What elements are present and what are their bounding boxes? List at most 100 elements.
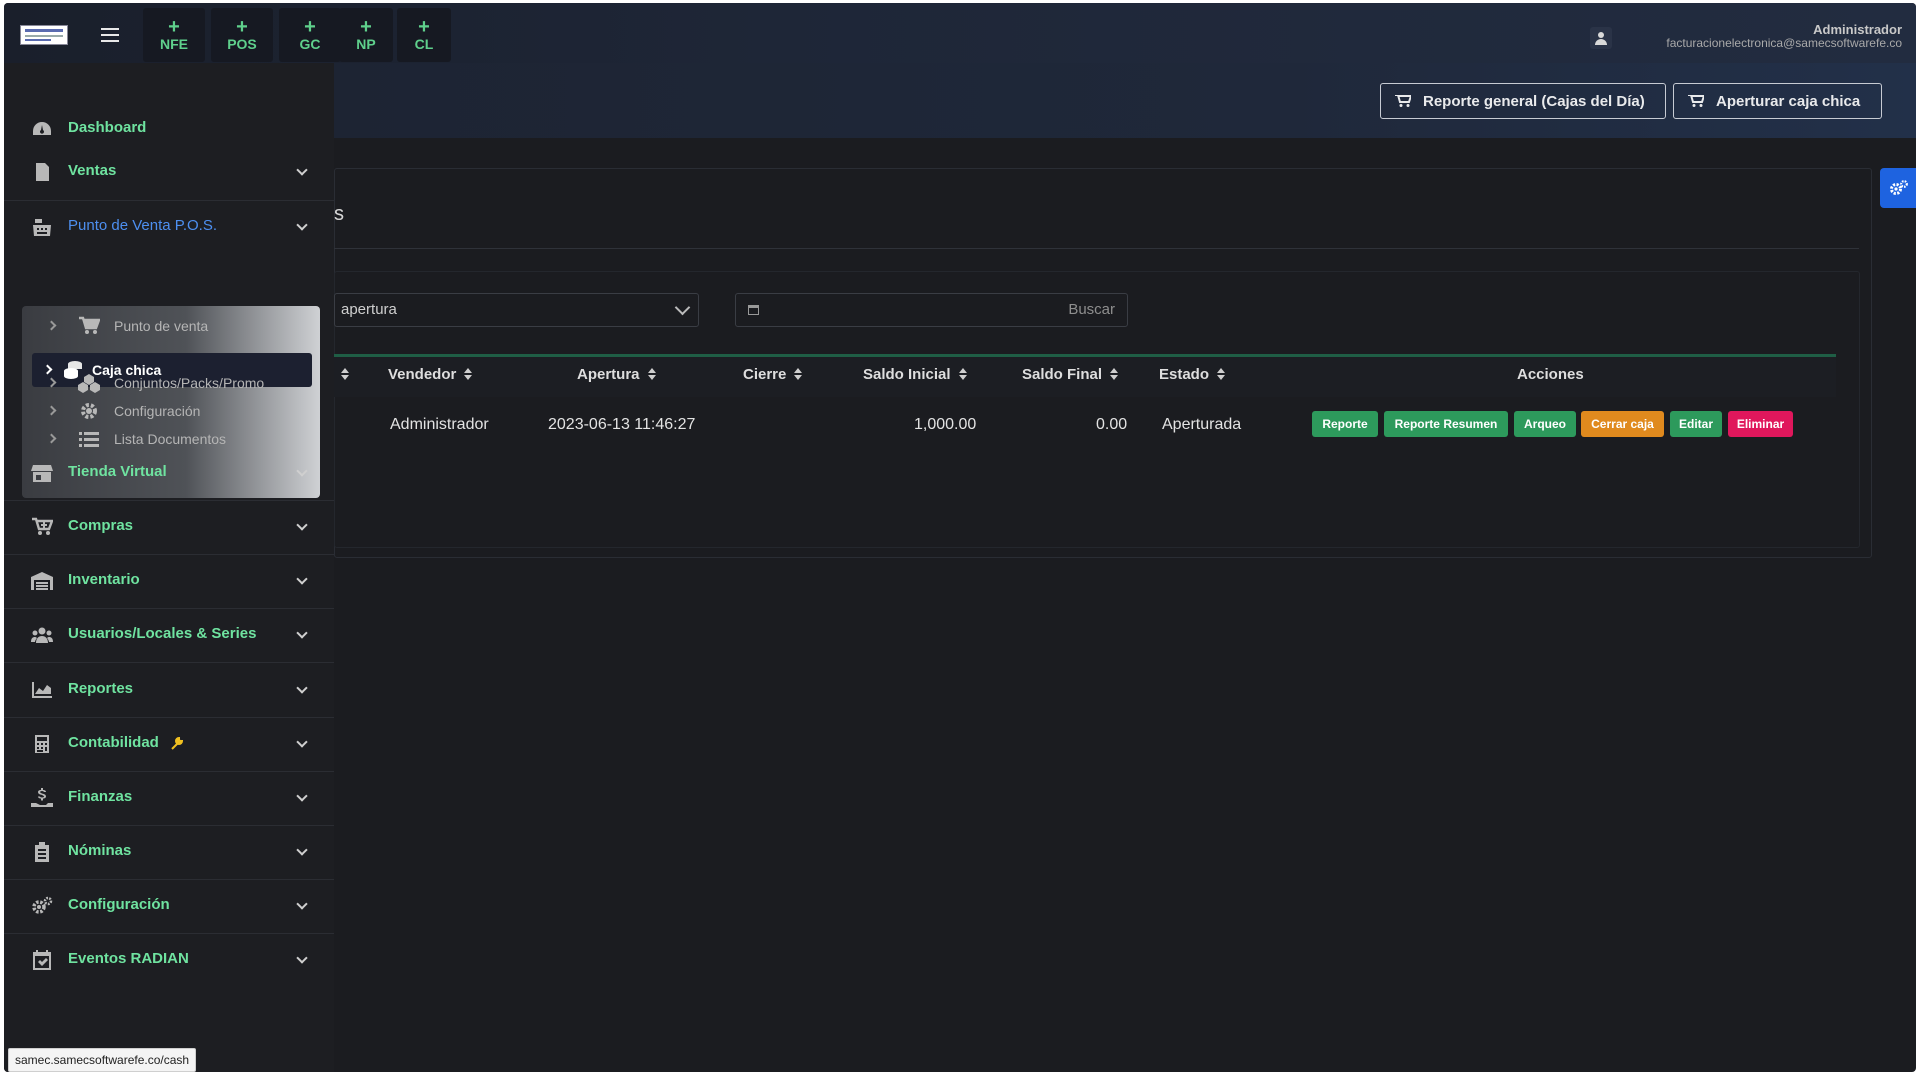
sidebar-item-punto-de-venta[interactable]: Punto de Venta P.O.S. [4, 200, 334, 254]
plus-icon: + [360, 16, 372, 38]
submenu-item-conjuntos-packs[interactable]: Conjuntos/Packs/Promo [22, 368, 320, 398]
column-header-estado[interactable]: Estado [1159, 366, 1226, 383]
open-petty-cash-button[interactable]: Aperturar caja chica [1673, 83, 1882, 119]
sidebar-item-label: Punto de Venta P.O.S. [68, 217, 218, 234]
submenu-item-punto-de-venta[interactable]: Punto de venta [22, 311, 320, 341]
sidebar-item-compras[interactable]: Compras [4, 500, 334, 554]
sidebar-item-label: Reportes [68, 680, 134, 697]
quick-new-np-button[interactable]: + NP [339, 8, 393, 62]
report-button[interactable]: Reporte [1312, 411, 1378, 437]
summary-report-button[interactable]: Reporte Resumen [1384, 411, 1508, 437]
sort-icon[interactable] [333, 366, 349, 383]
cart-plus-icon [32, 517, 53, 535]
sidebar: Dashboard Ventas Punto de Venta P.O.S. P… [4, 63, 334, 1072]
column-header-apertura[interactable]: Apertura [577, 366, 656, 383]
filter-column-select[interactable]: apertura [334, 293, 699, 327]
sort-icon [647, 368, 656, 380]
cell-apertura: 2023-06-13 11:46:27 [548, 416, 696, 433]
cash-register-icon [33, 219, 51, 236]
dashboard-icon [33, 122, 51, 135]
sidebar-item-label: Eventos RADIAN [68, 950, 189, 967]
sidebar-item-tienda-virtual[interactable]: Tienda Virtual [4, 446, 334, 500]
sidebar-item-contabilidad[interactable]: Contabilidad [4, 717, 334, 771]
filter-column-value: apertura [341, 301, 397, 318]
submenu-item-label: Punto de venta [114, 318, 209, 334]
chevron-down-icon [296, 465, 308, 477]
sidebar-item-finanzas[interactable]: Finanzas [4, 771, 334, 825]
submenu-item-label: Conjuntos/Packs/Promo [114, 375, 265, 391]
sort-icon [958, 368, 967, 380]
browser-status-url: samec.samecsoftwarefe.co/cash [8, 1048, 197, 1072]
divider [334, 248, 1859, 249]
sidebar-item-label: Usuarios/Locales & Series [68, 625, 257, 642]
sidebar-item-ventas[interactable]: Ventas [4, 145, 334, 199]
column-header-acciones: Acciones [1517, 366, 1584, 383]
quick-new-nfe-button[interactable]: + NFE [143, 8, 205, 62]
sidebar-item-usuarios[interactable]: Usuarios/Locales & Series [4, 608, 334, 662]
warehouse-icon [31, 572, 53, 590]
top-navbar: + NFE + POS + GC + NP + CL Administrador… [4, 3, 1916, 63]
chevron-right-icon [46, 405, 57, 416]
sort-icon [1217, 368, 1226, 380]
column-header-vendedor[interactable]: Vendedor [388, 366, 473, 383]
quick-new-cl-button[interactable]: + CL [397, 8, 451, 62]
chevron-right-icon [46, 377, 57, 388]
sidebar-item-inventario[interactable]: Inventario [4, 554, 334, 608]
users-icon [31, 627, 53, 643]
app-logo[interactable] [20, 25, 68, 45]
user-name[interactable]: Administrador [1813, 22, 1902, 37]
quick-new-gc-button[interactable]: + GC [279, 8, 341, 62]
chevron-down-icon [296, 519, 308, 531]
chevron-right-icon [46, 433, 57, 444]
quick-button-label: GC [299, 36, 321, 52]
sidebar-item-configuracion[interactable]: Configuración [4, 879, 334, 933]
general-report-button[interactable]: Reporte general (Cajas del Día) [1380, 83, 1666, 119]
close-cash-button[interactable]: Cerrar caja [1581, 411, 1664, 437]
sidebar-item-reportes[interactable]: Reportes [4, 663, 334, 717]
sidebar-item-label: Compras [68, 517, 134, 534]
hand-dollar-icon [31, 788, 53, 807]
gears-icon [32, 896, 53, 914]
document-icon [36, 163, 49, 181]
chevron-down-icon [296, 627, 308, 639]
sort-icon [464, 368, 473, 380]
menu-toggle-icon[interactable] [101, 28, 119, 42]
sidebar-item-nominas[interactable]: Nóminas [4, 825, 334, 879]
quick-button-label: NFE [160, 36, 188, 52]
sidebar-item-label: Nóminas [68, 842, 132, 859]
cart-icon [79, 316, 100, 334]
plus-icon: + [304, 16, 316, 38]
sidebar-item-label: Ventas [68, 162, 117, 179]
chevron-down-icon [296, 790, 308, 802]
plus-icon: + [168, 16, 180, 38]
chevron-down-icon [296, 898, 308, 910]
chevron-down-icon [296, 736, 308, 748]
delete-button[interactable]: Eliminar [1728, 411, 1793, 437]
column-header-saldo-inicial[interactable]: Saldo Inicial [863, 366, 967, 383]
column-header-cierre[interactable]: Cierre [743, 366, 803, 383]
sort-icon [1110, 368, 1119, 380]
cart-icon [1395, 95, 1411, 107]
user-avatar-icon[interactable] [1590, 27, 1612, 49]
app-window: + NFE + POS + GC + NP + CL Administrador… [4, 3, 1916, 1072]
chart-area-icon [32, 682, 52, 698]
cell-vendedor: Administrador [390, 416, 489, 433]
quick-new-pos-button[interactable]: + POS [211, 8, 273, 62]
search-button[interactable]: Buscar [1068, 294, 1115, 326]
cash-count-button[interactable]: Arqueo [1514, 411, 1576, 437]
edit-button[interactable]: Editar [1670, 411, 1722, 437]
plus-icon: + [236, 16, 248, 38]
cubes-icon [78, 374, 100, 393]
cell-estado: Aperturada [1162, 416, 1242, 433]
chevron-down-icon [296, 844, 308, 856]
submenu-item-configuracion[interactable]: Configuración [22, 396, 320, 426]
quick-button-label: NP [356, 36, 376, 52]
sidebar-item-eventos-radian[interactable]: Eventos RADIAN [4, 933, 334, 987]
plus-icon: + [418, 16, 430, 38]
column-header-saldo-final[interactable]: Saldo Final [1022, 366, 1119, 383]
cog-icon [81, 403, 97, 419]
chevron-down-icon [296, 952, 308, 964]
settings-panel-toggle[interactable] [1880, 168, 1916, 208]
gears-icon [1890, 180, 1908, 195]
date-search-input[interactable]: Buscar [735, 293, 1128, 327]
